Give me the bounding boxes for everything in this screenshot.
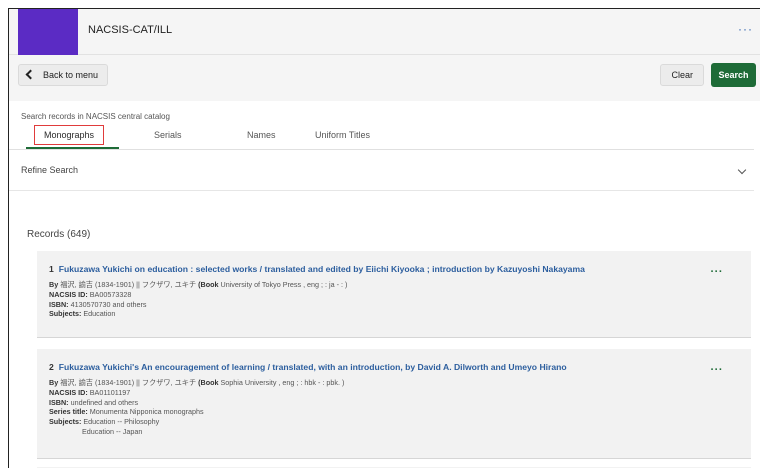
app-frame: NACSIS-CAT/ILL ··· Back to menu Clear Se…	[8, 8, 760, 468]
record-details: By 福沢, 諭吉 (1834-1901) || フクザワ, ユキチ (Book…	[49, 280, 347, 319]
subjects-value: Education	[83, 309, 116, 319]
record-actions-icon[interactable]: ···	[711, 364, 724, 376]
search-button[interactable]: Search	[711, 63, 756, 87]
subjects-label: Subjects:	[49, 417, 82, 427]
isbn-label: ISBN:	[49, 397, 69, 407]
record-number: 2	[49, 362, 54, 372]
record-subjects-line: Subjects: Education	[49, 309, 347, 319]
record-nacsis-line: NACSIS ID: BA01101197	[49, 388, 344, 398]
isbn-value: undefined and others	[70, 397, 139, 407]
app-logo	[18, 9, 78, 55]
back-to-menu-label: Back to menu	[43, 70, 99, 80]
record-number: 1	[49, 264, 54, 274]
more-options-icon[interactable]: ···	[738, 22, 753, 36]
records-count: Records (649)	[27, 229, 91, 240]
tabs-divider	[9, 149, 754, 150]
record-nacsis-line: NACSIS ID: BA00573328	[49, 290, 347, 300]
nacsis-label: NACSIS ID:	[49, 387, 88, 397]
record-subjects-line: Subjects: Education -- Philosophy	[49, 417, 344, 427]
clear-button[interactable]: Clear	[660, 64, 704, 86]
nacsis-value: BA00573328	[89, 289, 132, 299]
isbn-label: ISBN:	[49, 299, 69, 309]
toolbar: Back to menu Clear Search	[9, 55, 760, 101]
record-isbn-line: ISBN: undefined and others	[49, 398, 344, 408]
publisher-value: Sophia University , eng ; : hbk - : pbk.…	[220, 378, 345, 387]
tab-uniform-titles[interactable]: Uniform Titles	[315, 130, 370, 140]
app-header: NACSIS-CAT/ILL ···	[9, 9, 760, 55]
chevron-down-icon[interactable]	[737, 165, 747, 175]
back-to-menu-button[interactable]: Back to menu	[18, 64, 109, 86]
refine-search-toggle[interactable]: Refine Search	[21, 165, 78, 175]
author-value: 福沢, 諭吉 (1834-1901) || フクザワ, ユキチ	[60, 280, 197, 289]
search-scope-label: Search records in NACSIS central catalog	[21, 112, 170, 121]
subjects-value: Education -- Philosophy	[83, 417, 160, 427]
by-label: By	[49, 378, 59, 387]
record-card: 1 Fukuzawa Yukichi on education : selecte…	[37, 251, 751, 338]
record-author-line: By 福沢, 諭吉 (1834-1901) || フクザワ, ユキチ (Book…	[49, 378, 344, 388]
refine-divider	[9, 190, 754, 191]
tab-monographs[interactable]: Monographs	[34, 125, 105, 145]
publisher-value: University of Tokyo Press , eng ; : ja -…	[220, 280, 348, 289]
book-label: (Book	[198, 378, 219, 387]
author-value: 福沢, 諭吉 (1834-1901) || フクザワ, ユキチ	[60, 378, 197, 387]
app-title: NACSIS-CAT/ILL	[88, 24, 173, 36]
record-isbn-line: ISBN: 4130570730 and others	[49, 300, 347, 310]
nacsis-label: NACSIS ID:	[49, 289, 88, 299]
record-title-text[interactable]: Fukuzawa Yukichi's An encouragement of l…	[59, 362, 567, 372]
record-author-line: By 福沢, 諭吉 (1834-1901) || フクザワ, ユキチ (Book…	[49, 280, 347, 290]
series-label: Series title:	[49, 407, 88, 417]
record-actions-icon[interactable]: ···	[711, 266, 724, 278]
book-label: (Book	[198, 280, 219, 289]
by-label: By	[49, 280, 59, 289]
record-series-line: Series title: Monumenta Nipponica monogr…	[49, 407, 344, 417]
isbn-value: 4130570730 and others	[70, 299, 147, 309]
nacsis-value: BA01101197	[89, 387, 131, 397]
record-card: 2 Fukuzawa Yukichi's An encouragement of …	[37, 349, 751, 459]
chevron-left-icon	[25, 69, 36, 80]
subjects-label: Subjects:	[49, 309, 82, 319]
series-value: Monumenta Nipponica monographs	[89, 407, 204, 417]
subjects-value-secondary: Education -- Japan	[82, 426, 143, 436]
record-title-text[interactable]: Fukuzawa Yukichi on education : selected…	[59, 264, 585, 274]
record-title[interactable]: 1 Fukuzawa Yukichi on education : selecte…	[49, 264, 585, 274]
tab-serials[interactable]: Serials	[154, 130, 182, 140]
record-details: By 福沢, 諭吉 (1834-1901) || フクザワ, ユキチ (Book…	[49, 378, 344, 437]
record-title[interactable]: 2 Fukuzawa Yukichi's An encouragement of …	[49, 362, 567, 372]
tab-names[interactable]: Names	[247, 130, 276, 140]
